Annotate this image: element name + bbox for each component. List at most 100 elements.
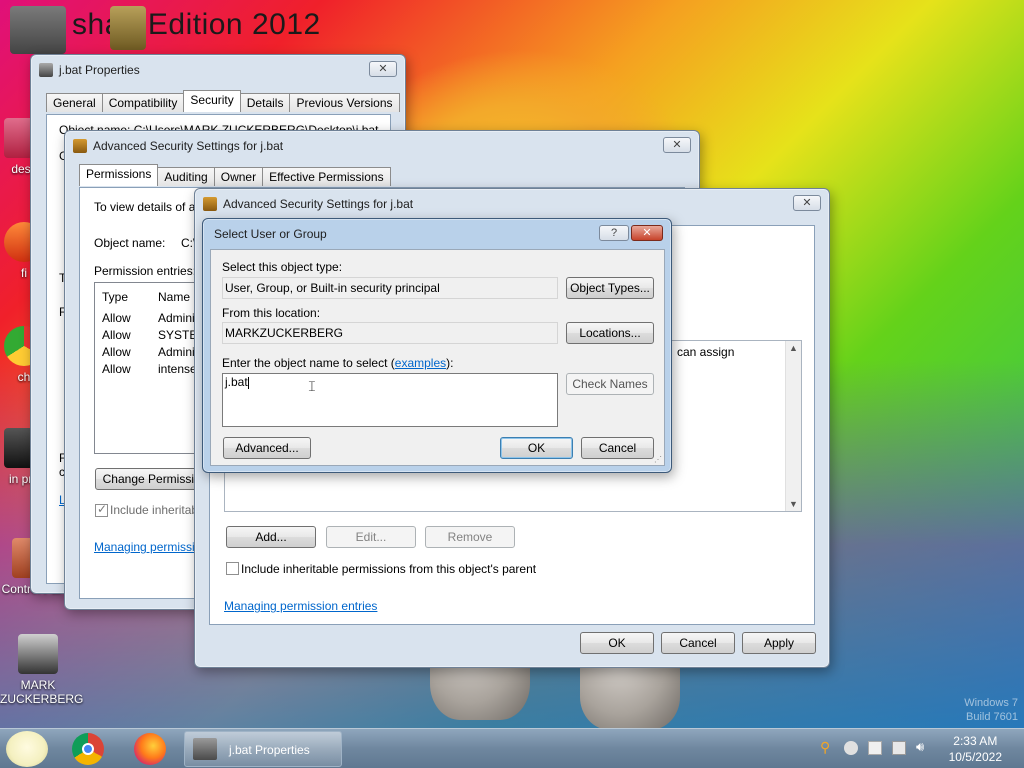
object-type-label: Select this object type:: [222, 260, 343, 274]
shortcut-icon: [110, 6, 146, 50]
location-label: From this location:: [222, 306, 321, 320]
object-types-button[interactable]: Object Types...: [566, 277, 654, 299]
object-name-value: j.bat: [225, 375, 248, 389]
table-row-type[interactable]: Allow: [102, 362, 131, 376]
column-header-type[interactable]: Type: [102, 290, 128, 304]
location-field: MARKZUCKERBERG: [222, 322, 558, 344]
taskbar-task-properties[interactable]: j.bat Properties: [184, 731, 342, 767]
locations-button[interactable]: Locations...: [566, 322, 654, 344]
ok-button[interactable]: OK: [500, 437, 573, 459]
watermark-line-1: Windows 7: [964, 697, 1018, 709]
include-inheritable-checkbox-back[interactable]: [95, 502, 108, 517]
user-folder-icon: [18, 634, 58, 674]
include-inheritable-checkbox[interactable]: [226, 562, 239, 575]
select-dialog-titlebar[interactable]: Select User or Group ? ✕: [203, 219, 671, 249]
start-orb-icon[interactable]: [6, 731, 48, 767]
tab-general[interactable]: General: [46, 93, 103, 112]
ibeam-cursor-icon: 𝙸: [307, 378, 317, 394]
lock-file-icon: [203, 197, 217, 211]
advanced-back-title: Advanced Security Settings for j.bat: [93, 139, 284, 153]
tab-permissions[interactable]: Permissions: [79, 164, 159, 186]
object-type-field: User, Group, or Built-in security princi…: [222, 277, 558, 299]
apply-button[interactable]: Apply: [742, 632, 816, 654]
clock-date: 10/5/2022: [948, 750, 1002, 764]
chrome-center: [82, 743, 94, 755]
taskbar: j.bat Properties ⚲ 🔊︎ 2:33 AM 10/5/2022: [0, 728, 1024, 768]
cancel-button-advanced[interactable]: Cancel: [661, 632, 735, 654]
advanced-front-close-button[interactable]: ✕: [793, 195, 821, 211]
scroll-up-icon[interactable]: ▲: [789, 343, 798, 353]
desktop-icon-mark-zuckerberg[interactable]: MARK ZUCKERBERG: [0, 634, 84, 706]
add-button[interactable]: Add...: [226, 526, 316, 548]
notification-icon[interactable]: [844, 741, 858, 755]
clock-time: 2:33 AM: [953, 734, 998, 748]
advanced-front-titlebar[interactable]: Advanced Security Settings for j.bat ✕: [195, 189, 829, 219]
tab-auditing[interactable]: Auditing: [157, 167, 215, 186]
properties-tabs: General Compatibility Security Details P…: [46, 90, 400, 112]
tab-effective-permissions[interactable]: Effective Permissions: [262, 167, 391, 186]
help-button[interactable]: ?: [599, 225, 629, 241]
text-caret: [247, 376, 249, 389]
enter-label-prefix: Enter the object name to select (: [222, 356, 395, 370]
chrome-icon[interactable]: [72, 733, 104, 765]
advanced-back-entries-label: Permission entries:: [94, 264, 197, 278]
advanced-back-object-label: Object name:: [94, 236, 166, 250]
action-center-flag-icon[interactable]: [868, 741, 882, 755]
system-clock[interactable]: 2:33 AM 10/5/2022: [949, 733, 1002, 765]
table-row-type[interactable]: Allow: [102, 328, 131, 342]
tab-previous-versions[interactable]: Previous Versions: [289, 93, 400, 112]
table-row-type[interactable]: Allow: [102, 311, 131, 325]
batch-file-icon: [39, 63, 53, 77]
properties-title: j.bat Properties: [59, 63, 140, 77]
ok-button-advanced[interactable]: OK: [580, 632, 654, 654]
select-user-group-dialog[interactable]: Select User or Group ? ✕ Select this obj…: [202, 218, 672, 473]
include-inheritable-label-back: Include inheritable: [110, 503, 208, 517]
advanced-button[interactable]: Advanced...: [223, 437, 311, 459]
scroll-down-icon[interactable]: ▼: [789, 499, 798, 509]
column-header-name[interactable]: Name: [158, 290, 190, 304]
volume-icon[interactable]: 🔊︎: [916, 739, 930, 754]
entries-scrollbar[interactable]: ▲ ▼: [785, 341, 801, 511]
select-dialog-title: Select User or Group: [214, 227, 327, 241]
advanced-back-titlebar[interactable]: Advanced Security Settings for j.bat ✕: [65, 131, 699, 161]
resize-grip-icon[interactable]: ⋰: [654, 455, 662, 464]
advanced-front-title: Advanced Security Settings for j.bat: [223, 197, 414, 211]
tab-security[interactable]: Security: [183, 90, 241, 112]
select-dialog-body: Select this object type: User, Group, or…: [210, 249, 665, 466]
managing-permission-link-back[interactable]: Managing permission: [94, 540, 208, 554]
close-icon[interactable]: ✕: [631, 225, 663, 241]
windows-watermark: Windows 7 Build 7601: [964, 696, 1018, 724]
watermark-line-2: Build 7601: [966, 711, 1018, 723]
entries-partial-text: can assign: [677, 345, 735, 359]
taskbar-task-label: j.bat Properties: [229, 743, 310, 757]
object-name-input[interactable]: j.bat: [222, 373, 558, 427]
batch-file-icon: [193, 738, 217, 760]
desktop-icon-top2[interactable]: [90, 6, 166, 54]
desktop-icon-top[interactable]: [0, 6, 76, 58]
managing-permission-entries-link[interactable]: Managing permission entries: [224, 599, 377, 613]
app-icon: [10, 6, 66, 54]
properties-titlebar[interactable]: j.bat Properties ✕: [31, 55, 405, 85]
search-icon[interactable]: ⚲: [820, 739, 834, 755]
advanced-back-close-button[interactable]: ✕: [663, 137, 691, 153]
table-row-type[interactable]: Allow: [102, 345, 131, 359]
network-icon[interactable]: [892, 741, 906, 755]
enter-object-name-label: Enter the object name to select (example…: [222, 356, 453, 370]
desktop-icon-label: MARK ZUCKERBERG: [0, 678, 84, 706]
properties-close-button[interactable]: ✕: [369, 61, 397, 77]
enter-label-suffix: ):: [446, 356, 454, 370]
advanced-back-intro: To view details of a p: [94, 200, 206, 214]
remove-button[interactable]: Remove: [425, 526, 515, 548]
tab-details[interactable]: Details: [239, 93, 291, 112]
edit-button[interactable]: Edit...: [326, 526, 416, 548]
cancel-button[interactable]: Cancel: [581, 437, 654, 459]
lock-file-icon: [73, 139, 87, 153]
include-inheritable-label: Include inheritable permissions from thi…: [241, 562, 537, 576]
tab-owner[interactable]: Owner: [213, 167, 264, 186]
examples-link[interactable]: examples: [395, 356, 446, 370]
table-row-name[interactable]: SYSTE: [158, 328, 197, 342]
check-names-button[interactable]: Check Names: [566, 373, 654, 395]
tab-compatibility[interactable]: Compatibility: [101, 93, 185, 112]
table-row-name[interactable]: intense: [158, 362, 197, 376]
firefox-icon[interactable]: [134, 733, 166, 765]
